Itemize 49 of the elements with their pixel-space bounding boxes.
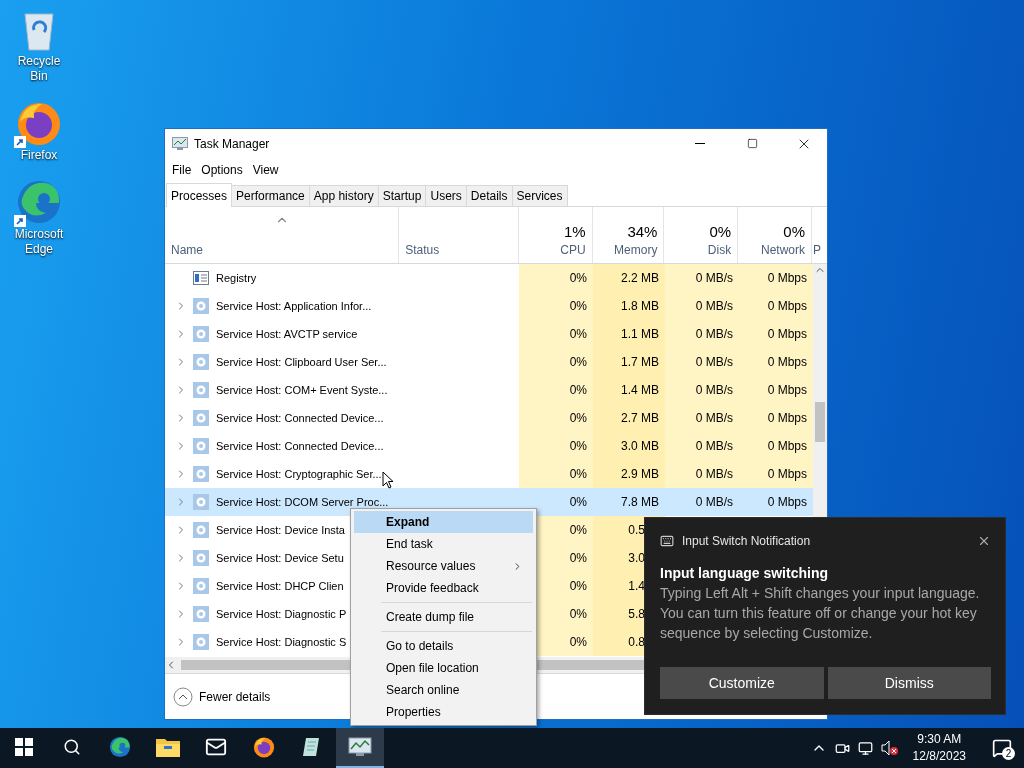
process-name: Service Host: Connected Device... <box>216 412 384 424</box>
network-value: 0 Mbps <box>739 376 813 404</box>
process-name: Service Host: DCOM Server Proc... <box>216 496 389 508</box>
process-name: Service Host: Connected Device... <box>216 440 384 452</box>
cpu-value: 0% <box>519 320 593 348</box>
network-value: 0 Mbps <box>739 320 813 348</box>
memory-value: 2.7 MB <box>593 404 665 432</box>
network-value: 0 Mbps <box>739 348 813 376</box>
network-value: 0 Mbps <box>739 460 813 488</box>
process-name: Service Host: Device Insta <box>216 524 345 536</box>
network-value: 0 Mbps <box>739 404 813 432</box>
disk-value: 0 MB/s <box>665 348 739 376</box>
cpu-value: 0% <box>519 292 593 320</box>
disk-value: 0 MB/s <box>665 292 739 320</box>
network-value: 0 Mbps <box>739 292 813 320</box>
window-title: Task Manager <box>194 136 271 151</box>
process-name: Service Host: Clipboard User Ser... <box>216 356 387 368</box>
process-name: Service Host: COM+ Event Syste... <box>216 384 388 396</box>
network-value: 0 Mbps <box>739 432 813 460</box>
memory-value: 2.9 MB <box>593 460 665 488</box>
notification-count-badge: 2 <box>1002 747 1015 760</box>
process-name: Service Host: Cryptographic Ser... <box>216 468 382 480</box>
disk-value: 0 MB/s <box>665 320 739 348</box>
process-name: Service Host: Diagnostic P <box>216 608 347 620</box>
cpu-value: 0% <box>519 348 593 376</box>
notification-app-name: Input Switch Notification <box>682 534 812 548</box>
memory-value: 1.4 MB <box>593 376 665 404</box>
memory-value: 1.8 MB <box>593 292 665 320</box>
network-value: 0 Mbps <box>739 264 813 292</box>
cpu-value: 0% <box>519 432 593 460</box>
process-name: Service Host: Diagnostic S <box>216 636 347 648</box>
process-name: Service Host: Device Setu <box>216 552 344 564</box>
cpu-value: 0% <box>519 404 593 432</box>
cpu-value: 0% <box>519 376 593 404</box>
memory-value: 1.7 MB <box>593 348 665 376</box>
process-name: Registry <box>216 272 257 284</box>
memory-value: 2.2 MB <box>593 264 665 292</box>
disk-value: 0 MB/s <box>665 264 739 292</box>
disk-value: 0 MB/s <box>665 404 739 432</box>
process-name: Service Host: DHCP Clien <box>216 580 344 592</box>
disk-value: 0 MB/s <box>665 376 739 404</box>
cpu-value: 0% <box>519 264 593 292</box>
memory-value: 1.1 MB <box>593 320 665 348</box>
process-name: Service Host: Application Infor... <box>216 300 372 312</box>
cpu-value: 0% <box>519 460 593 488</box>
memory-value: 3.0 MB <box>593 432 665 460</box>
disk-value: 0 MB/s <box>665 432 739 460</box>
disk-value: 0 MB/s <box>665 460 739 488</box>
process-name: Service Host: AVCTP service <box>216 328 358 340</box>
